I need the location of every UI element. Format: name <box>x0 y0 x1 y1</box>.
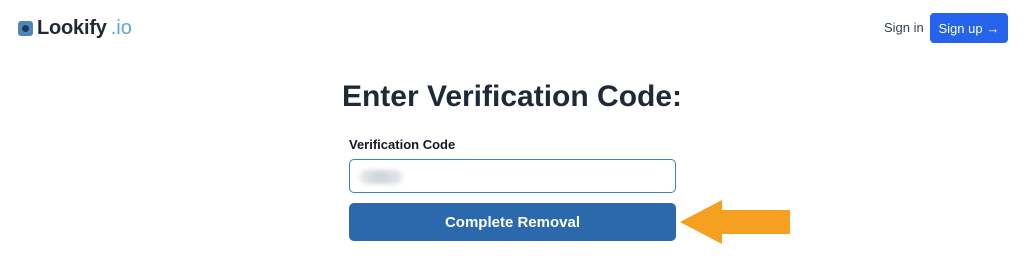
verification-code-label: Verification Code <box>349 137 456 152</box>
page: Lookify .io Sign in Sign up → Enter Verif… <box>0 0 1024 266</box>
logo-tld: .io <box>110 17 132 39</box>
sign-up-button[interactable]: Sign up → <box>930 13 1008 43</box>
brand-logo[interactable]: Lookify .io <box>18 17 132 40</box>
orange-pointer-arrow-icon <box>680 200 790 244</box>
sign-in-link[interactable]: Sign in <box>884 20 924 35</box>
arrow-right-icon: → <box>986 20 1000 36</box>
complete-removal-button[interactable]: Complete Removal <box>349 203 676 241</box>
logo-mark-icon <box>18 21 33 36</box>
sign-up-label: Sign up <box>938 20 983 36</box>
redacted-code-value <box>360 170 402 184</box>
logo-name: Lookify <box>37 17 107 39</box>
page-title: Enter Verification Code: <box>341 80 683 113</box>
